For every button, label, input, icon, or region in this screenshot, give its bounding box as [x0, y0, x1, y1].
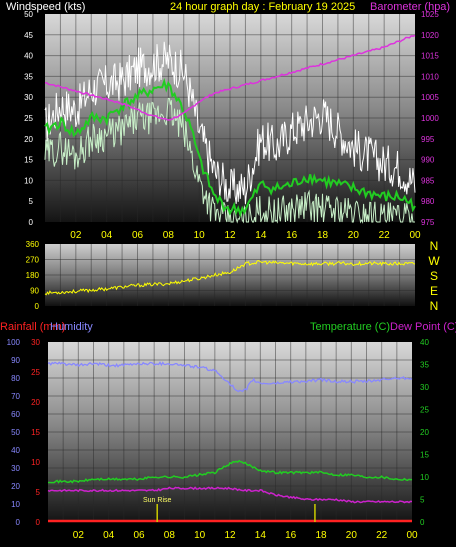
wind-y-tick: 20: [24, 135, 33, 144]
humidity-y-tick: 10: [11, 500, 20, 509]
wind-y-tick: 10: [24, 176, 33, 185]
humidity-y-tick: 0: [16, 518, 21, 527]
temp-y-tick: 40: [420, 338, 429, 347]
wind-x-tick: 04: [101, 230, 113, 241]
direction-y-tick: 180: [26, 271, 40, 280]
compass-label: N: [430, 239, 439, 253]
rain-y-tick: 0: [36, 518, 41, 527]
compass-label: W: [428, 254, 440, 268]
direction-y-tick: 0: [35, 302, 40, 311]
climate-x-tick: 20: [346, 530, 358, 541]
temp-y-tick: 5: [420, 496, 425, 505]
baro-y-tick: 1005: [421, 93, 439, 102]
climate-x-tick: 00: [406, 530, 418, 541]
direction-y-tick: 90: [30, 287, 39, 296]
temp-y-tick: 20: [420, 428, 429, 437]
climate-x-tick: 16: [285, 530, 297, 541]
humidity-y-tick: 70: [11, 392, 20, 401]
wind-x-tick: 08: [163, 230, 175, 241]
baro-y-tick: 1015: [421, 52, 439, 61]
compass-label: E: [430, 284, 438, 298]
humidity-y-tick: 80: [11, 374, 20, 383]
wind-x-tick: 02: [70, 230, 82, 241]
wind-y-tick: 5: [29, 197, 34, 206]
humidity-y-tick: 60: [11, 410, 20, 419]
compass-label: N: [430, 299, 439, 313]
temp-y-tick: 10: [420, 473, 429, 482]
dew-point-axis-label: Dew Point (C): [390, 321, 456, 333]
rain-y-tick: 30: [31, 338, 40, 347]
wind-y-tick: 30: [24, 93, 33, 102]
baro-y-tick: 1020: [421, 31, 439, 40]
climate-x-tick: 22: [376, 530, 388, 541]
climate-x-tick: 06: [133, 530, 145, 541]
wind-y-tick: 40: [24, 52, 33, 61]
wind-x-tick: 20: [348, 230, 360, 241]
direction-y-tick: 360: [26, 240, 40, 249]
weather-graphs: 0 5 10 15 20 25 30 35 40 45 50 975 980 985 990 995 1000 1…: [0, 0, 456, 542]
weather-chart-svg: 0510152025303540455097598098599099510001…: [0, 1, 456, 541]
climate-x-tick: 02: [73, 530, 85, 541]
baro-y-tick: 980: [421, 197, 435, 206]
wind-y-tick: 0: [29, 218, 34, 227]
temp-y-tick: 15: [420, 451, 429, 460]
climate-x-tick: 10: [194, 530, 206, 541]
compass-label: S: [430, 269, 438, 283]
wind-y-tick: 45: [24, 31, 33, 40]
wind-y-tick: 35: [24, 72, 33, 81]
wind-x-tick: 18: [317, 230, 329, 241]
chart-title: 24 hour graph day : February 19 2025: [170, 1, 355, 13]
humidity-y-tick: 30: [11, 464, 20, 473]
wind-y-tick: 15: [24, 156, 33, 165]
wind-y-tick: 25: [24, 114, 33, 123]
temp-y-tick: 35: [420, 361, 429, 370]
rain-y-tick: 15: [31, 428, 40, 437]
rain-y-tick: 10: [31, 458, 40, 467]
humidity-y-tick: 100: [7, 338, 21, 347]
climate-x-tick: 14: [255, 530, 267, 541]
wind-axis-label: Windspeed (kts): [6, 1, 85, 13]
wind-x-tick: 16: [286, 230, 298, 241]
rain-y-tick: 25: [31, 368, 40, 377]
baro-y-tick: 1010: [421, 72, 439, 81]
baro-y-tick: 985: [421, 176, 435, 185]
rain-y-tick: 5: [36, 488, 41, 497]
temperature-axis-label: Temperature (C): [310, 321, 390, 333]
sunrise-label: Sun Rise: [143, 497, 172, 504]
direction-y-tick: 270: [26, 256, 40, 265]
humidity-y-tick: 20: [11, 482, 20, 491]
temp-y-tick: 0: [420, 518, 425, 527]
humidity-y-tick: 50: [11, 428, 20, 437]
baro-y-tick: 990: [421, 156, 435, 165]
baro-y-tick: 975: [421, 218, 435, 227]
wind-x-tick: 10: [194, 230, 206, 241]
baro-y-tick: 995: [421, 135, 435, 144]
rain-y-tick: 20: [31, 398, 40, 407]
wind-x-tick: 00: [409, 230, 421, 241]
humidity-y-tick: 90: [11, 356, 20, 365]
climate-x-tick: 04: [103, 530, 115, 541]
wind-x-tick: 14: [255, 230, 267, 241]
wind-x-tick: 22: [379, 230, 391, 241]
wind-x-tick: 12: [224, 230, 236, 241]
barometer-axis-label: Barometer (hpa): [370, 1, 450, 13]
humidity-axis-label: Humidity: [50, 321, 93, 333]
wind-x-tick: 06: [132, 230, 144, 241]
temp-y-tick: 30: [420, 383, 429, 392]
temp-y-tick: 25: [420, 406, 429, 415]
climate-x-tick: 08: [164, 530, 176, 541]
climate-x-tick: 12: [224, 530, 236, 541]
climate-x-tick: 18: [315, 530, 327, 541]
baro-y-tick: 1000: [421, 114, 439, 123]
humidity-y-tick: 40: [11, 446, 20, 455]
